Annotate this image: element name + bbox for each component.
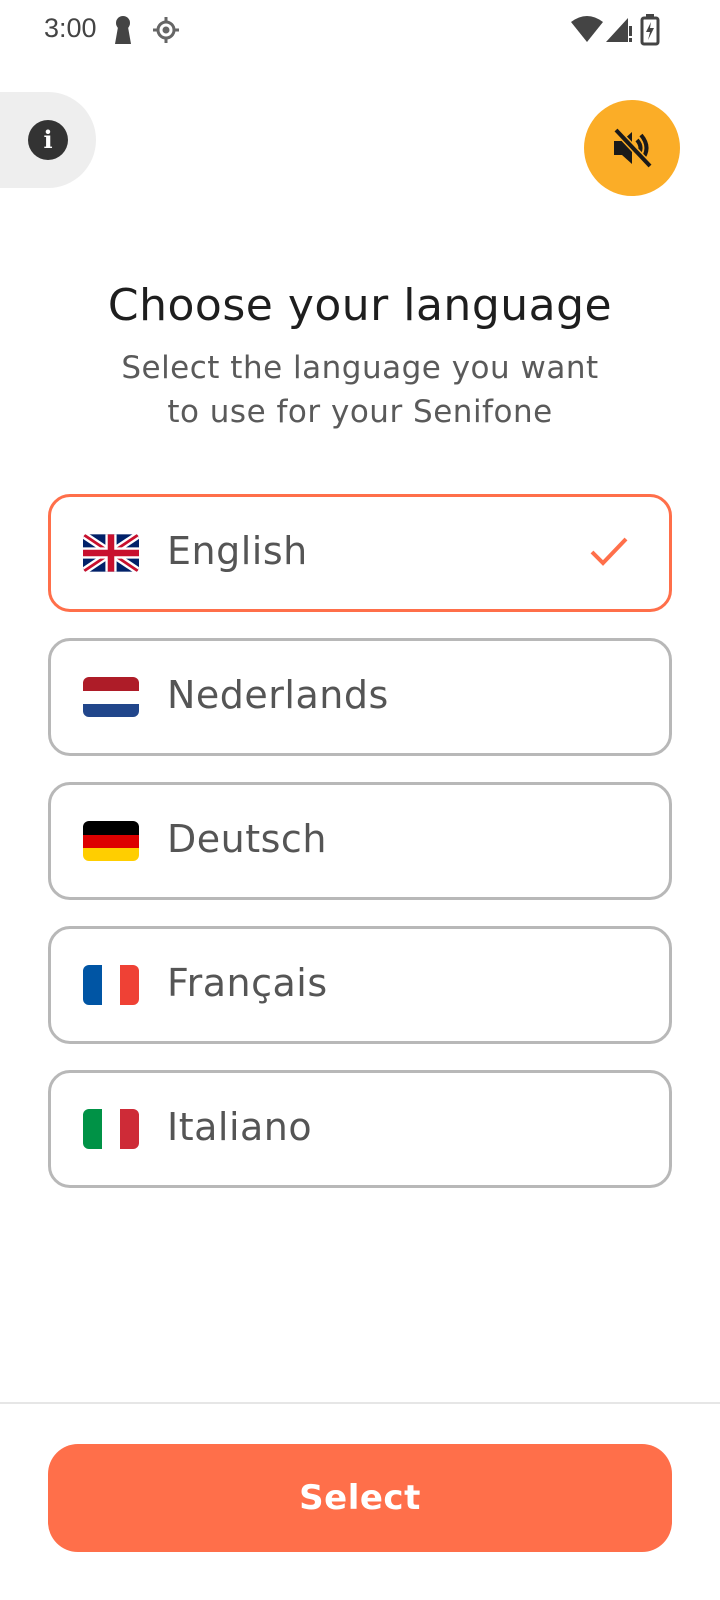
volume-off-icon (610, 126, 654, 174)
footer-divider (0, 1402, 720, 1404)
keyhole-icon (112, 14, 134, 50)
language-option-nederlands[interactable]: Nederlands (48, 638, 672, 756)
language-option-english[interactable]: English (48, 494, 672, 612)
language-option-francais[interactable]: Français (48, 926, 672, 1044)
select-button[interactable]: Select (48, 1444, 672, 1552)
netherlands-flag-icon (83, 677, 139, 717)
page-subtitle: Select the language you want to use for … (80, 346, 640, 434)
mute-button[interactable] (584, 100, 680, 196)
info-icon: i (28, 120, 68, 160)
uk-flag-icon (83, 533, 139, 573)
language-option-italiano[interactable]: Italiano (48, 1070, 672, 1188)
germany-flag-icon (83, 821, 139, 861)
france-flag-icon (83, 965, 139, 1005)
status-time: 3:00 (44, 13, 97, 43)
language-option-deutsch[interactable]: Deutsch (48, 782, 672, 900)
info-button[interactable]: i (0, 92, 96, 188)
status-bar: 3:00 (0, 0, 720, 62)
location-target-icon (152, 14, 180, 50)
page-title: Choose your language (107, 280, 613, 331)
signal-icon (604, 14, 632, 48)
language-list: English Nederlands Deutsch Français Ital… (48, 494, 672, 1214)
language-label: Français (167, 961, 328, 1005)
language-label: Deutsch (167, 817, 327, 861)
subtitle-line-1: Select the language you want (121, 350, 599, 386)
language-label: Italiano (167, 1105, 313, 1149)
subtitle-line-2: to use for your Senifone (167, 394, 553, 430)
battery-charging-icon (640, 14, 660, 50)
italy-flag-icon (83, 1109, 139, 1149)
language-label: Nederlands (167, 673, 389, 717)
wifi-icon (570, 14, 604, 48)
language-label: English (167, 529, 308, 573)
checkmark-icon (589, 535, 629, 573)
